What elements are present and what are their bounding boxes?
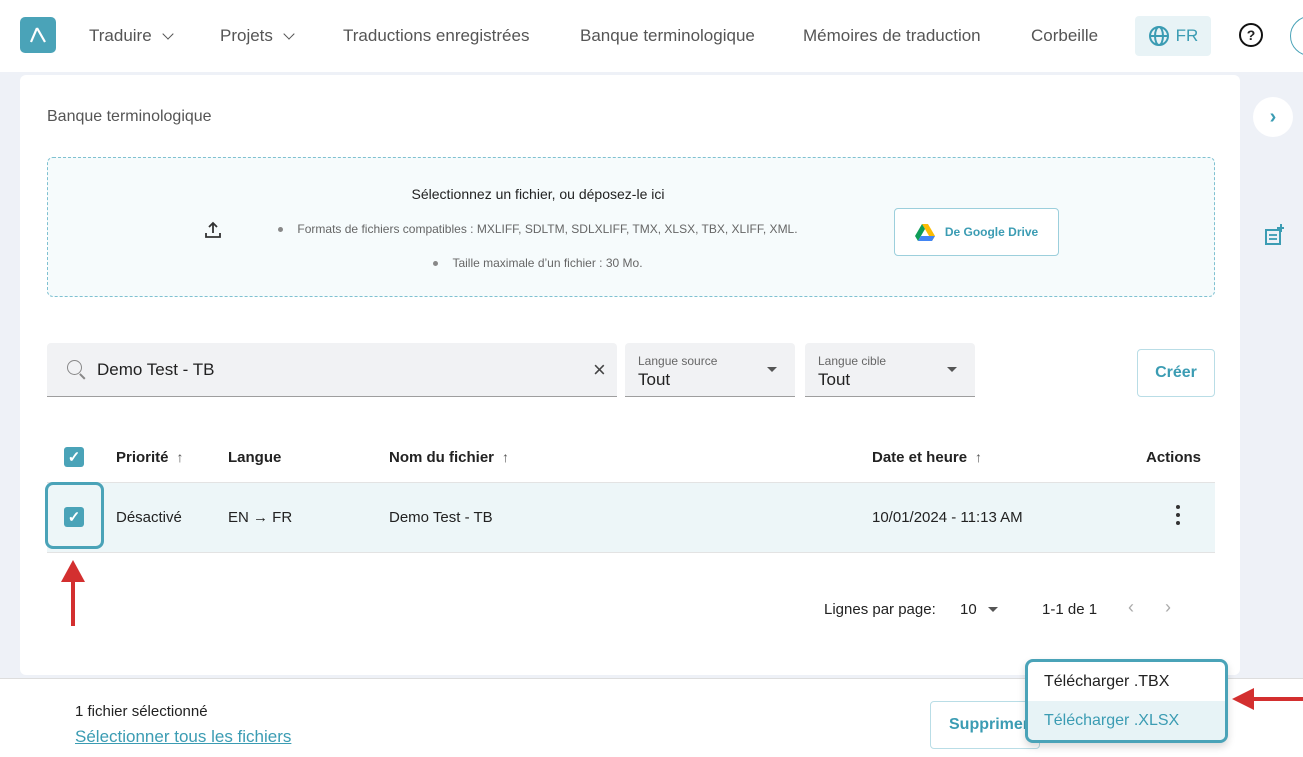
nav-item-corbeille[interactable]: Corbeille (1031, 26, 1098, 46)
nav-item-banque-terminologique[interactable]: Banque terminologique (580, 26, 755, 46)
cell-datetime: 10/01/2024 - 11:13 AM (872, 509, 1023, 526)
column-priority[interactable]: Priorité ↑ (116, 449, 184, 466)
chevron-down-icon (162, 27, 174, 40)
formats-text: Formats de fichiers compatibles : MXLIFF… (297, 222, 798, 236)
bullet (278, 227, 284, 233)
file-dropzone[interactable]: Sélectionnez un fichier, ou déposez-le i… (47, 157, 1215, 297)
search-input[interactable]: Demo Test - TB (97, 360, 214, 380)
dropzone-title: Sélectionnez un fichier, ou déposez-le i… (411, 186, 665, 202)
annotation-arrow-up (61, 560, 85, 626)
dropzone-formats: Formats de fichiers compatibles : MXLIFF… (48, 222, 1028, 236)
create-button[interactable]: Créer (1137, 349, 1215, 397)
nav-label: Projets (220, 26, 273, 45)
google-drive-label: De Google Drive (944, 225, 1039, 239)
nav-label: Mémoires de traduction (803, 26, 981, 45)
nav-item-traduire[interactable]: Traduire (89, 26, 174, 46)
globe-icon (1148, 26, 1169, 46)
chevron-right-icon[interactable]: › (1165, 597, 1171, 618)
search-icon (67, 360, 82, 375)
source-language-select[interactable]: Langue source Tout (625, 343, 795, 397)
bullet (433, 261, 439, 267)
nav-label: Banque terminologique (580, 26, 755, 45)
column-label: Actions (1146, 449, 1202, 466)
rows-per-page-label: Lignes par page: (824, 601, 936, 618)
annotation-highlight-box (45, 482, 104, 549)
google-drive-button[interactable]: De Google Drive (894, 208, 1059, 256)
select-label: Langue source (638, 354, 718, 368)
search-field[interactable]: Demo Test - TB × (47, 343, 617, 397)
select-all-checkbox[interactable]: ✓ (64, 447, 84, 467)
avatar[interactable] (1290, 16, 1303, 56)
download-menu: Télécharger .TBX Télécharger .XLSX (1025, 659, 1228, 743)
chevron-down-icon (283, 27, 295, 40)
selected-count: 1 fichier sélectionné (75, 703, 208, 720)
max-size-text: Taille maximale d’un fichier : 30 Mo. (452, 256, 643, 270)
select-label: Langue cible (818, 354, 887, 368)
help-symbol: ? (1246, 27, 1256, 43)
dropdown-caret-icon (767, 367, 777, 372)
nav-label: Corbeille (1031, 26, 1099, 45)
column-label: Priorité (116, 449, 169, 466)
table-row[interactable]: ✓ Désactivé EN → FR Demo Test - TB 10/01… (47, 483, 1215, 553)
menu-item-download-tbx[interactable]: Télécharger .TBX (1028, 662, 1225, 701)
annotation-arrow-left (1232, 688, 1303, 710)
expand-panel-button[interactable]: › (1253, 97, 1293, 137)
nav-item-projets[interactable]: Projets (220, 26, 295, 46)
dropzone-max-size: Taille maximale d’un fichier : 30 Mo. (48, 256, 1028, 270)
sort-arrow-icon: ↑ (975, 449, 983, 465)
app-logo[interactable] (20, 17, 56, 53)
language-selector[interactable]: FR (1135, 16, 1211, 56)
help-icon[interactable]: ? (1239, 23, 1263, 47)
column-actions: Actions (1146, 449, 1201, 466)
page-range: 1-1 de 1 (1042, 601, 1098, 618)
cell-language: EN → FR (228, 509, 293, 526)
page-title: Banque terminologique (47, 108, 212, 125)
select-all-link[interactable]: Sélectionner tous les fichiers (75, 727, 291, 747)
sort-arrow-icon: ↑ (502, 449, 510, 465)
column-filename[interactable]: Nom du fichier ↑ (389, 449, 509, 466)
dropdown-caret-icon[interactable] (988, 607, 998, 612)
nav-item-traductions-enregistrees[interactable]: Traductions enregistrées (343, 26, 529, 46)
nav-label: Traductions enregistrées (343, 26, 530, 45)
target-language-select[interactable]: Langue cible Tout (805, 343, 975, 397)
nav-item-memoires-de-traduction[interactable]: Mémoires de traduction (803, 26, 981, 46)
cell-priority: Désactivé (116, 509, 182, 526)
cell-filename: Demo Test - TB (389, 509, 493, 526)
add-note-icon[interactable] (1264, 224, 1284, 246)
close-icon[interactable]: × (593, 357, 606, 383)
google-drive-icon (914, 224, 935, 241)
menu-item-download-xlsx[interactable]: Télécharger .XLSX (1028, 701, 1225, 740)
column-language: Langue (228, 449, 281, 466)
column-datetime[interactable]: Date et heure ↑ (872, 449, 982, 466)
table-header: ✓ Priorité ↑ Langue Nom du fichier ↑ Date … (47, 433, 1215, 483)
main-card: Banque terminologique Sélectionnez un fi… (20, 75, 1240, 675)
dropdown-caret-icon (947, 367, 957, 372)
column-label: Nom du fichier (389, 449, 495, 466)
column-label: Langue (228, 449, 282, 466)
nav-label: Traduire (89, 26, 152, 45)
language-code: FR (1175, 26, 1199, 45)
top-navigation: Traduire Projets Traductions enregistrée… (0, 0, 1303, 72)
chevron-left-icon[interactable]: ‹ (1128, 597, 1134, 618)
delete-button[interactable]: Supprimer (930, 701, 1040, 749)
select-value: Tout (818, 370, 851, 389)
select-value: Tout (638, 370, 671, 389)
rows-per-page-select[interactable]: 10 (960, 601, 977, 618)
logo-icon (29, 27, 46, 43)
column-label: Date et heure (872, 449, 968, 466)
sort-arrow-icon: ↑ (176, 449, 184, 465)
more-actions-icon[interactable] (1176, 505, 1180, 525)
